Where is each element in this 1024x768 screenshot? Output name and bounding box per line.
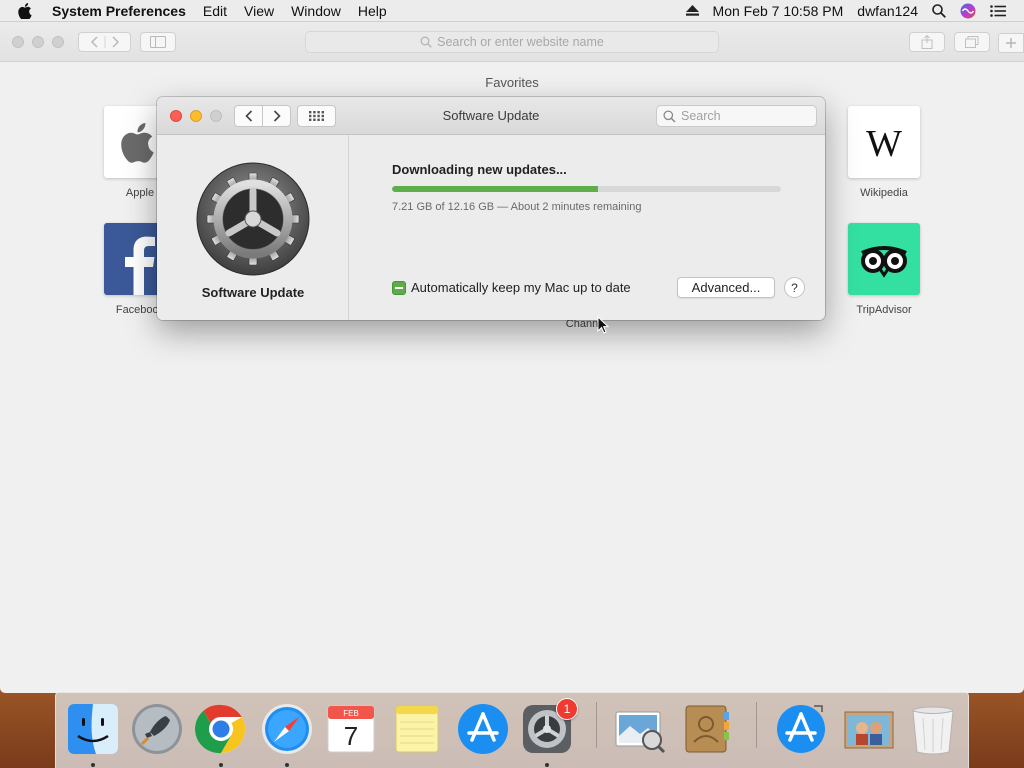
address-bar[interactable]: Search or enter website name: [305, 31, 719, 53]
system-preferences-badge: 1: [556, 698, 578, 720]
calendar-day: 7: [344, 721, 358, 751]
advanced-button[interactable]: Advanced...: [677, 277, 775, 298]
search-icon: [663, 109, 676, 123]
preferences-search-field[interactable]: Search: [656, 105, 817, 127]
safari-minimize-icon[interactable]: [32, 36, 44, 48]
auto-update-label[interactable]: Automatically keep my Mac up to date: [411, 280, 631, 295]
address-search-icon: [420, 36, 432, 48]
dock-launchpad-icon[interactable]: [130, 702, 184, 756]
menu-app-name[interactable]: System Preferences: [52, 3, 186, 19]
dock-contacts-icon[interactable]: [680, 702, 734, 756]
update-panel: Downloading new updates... 7.21 GB of 12…: [350, 135, 825, 320]
mouse-cursor-icon: [597, 315, 610, 337]
download-status: Downloading new updates...: [392, 162, 567, 177]
dock-notes-icon[interactable]: [390, 702, 444, 756]
download-progress-text: 7.21 GB of 12.16 GB — About 2 minutes re…: [392, 201, 642, 213]
safari-back-forward[interactable]: [78, 32, 131, 52]
spotlight-icon[interactable]: [932, 3, 946, 18]
dock-preview-icon[interactable]: [612, 702, 666, 756]
software-update-titlebar: Software Update Search: [157, 97, 825, 135]
software-update-window: Software Update Search Software Update D…: [157, 97, 825, 320]
download-progress-bar: [392, 186, 781, 192]
dock-chrome-running-dot: [219, 763, 223, 767]
pane-sidebar: Software Update: [157, 135, 349, 320]
address-placeholder: Search or enter website name: [437, 35, 604, 49]
notification-center-icon[interactable]: [990, 4, 1006, 17]
dock-photo-thumbnail-icon[interactable]: [842, 702, 896, 756]
apple-menu-icon[interactable]: [18, 2, 38, 19]
download-progress-fill: [392, 186, 599, 192]
favorite-wikipedia-label: Wikipedia: [860, 187, 908, 199]
auto-update-row: Automatically keep my Mac up to date: [392, 280, 631, 295]
menu-window[interactable]: Window: [291, 3, 341, 19]
dock-calendar-icon[interactable]: FEB 7: [324, 702, 378, 756]
sidebar-toggle-icon[interactable]: [140, 32, 176, 52]
calendar-month: FEB: [343, 709, 359, 718]
favorites-title: Favorites: [485, 75, 539, 90]
dock-system-preferences-running-dot: [545, 763, 549, 767]
new-tab-icon[interactable]: [998, 33, 1024, 53]
dock-separator: [596, 702, 597, 748]
dock-safari-running-dot: [285, 763, 289, 767]
wikipedia-icon: W: [866, 123, 902, 165]
tab-overview-icon[interactable]: [954, 32, 990, 52]
menu-edit[interactable]: Edit: [203, 3, 227, 19]
dock-finder-running-dot: [91, 763, 95, 767]
dock-safari-icon[interactable]: [260, 702, 314, 756]
siri-icon[interactable]: [960, 3, 976, 19]
svg-text:W: W: [866, 123, 902, 165]
menu-user[interactable]: dwfan124: [857, 3, 918, 19]
menu-bar: System Preferences Edit View Window Help…: [0, 0, 1024, 22]
tripadvisor-icon: [861, 246, 907, 278]
dock-app-store-download-icon[interactable]: [774, 702, 828, 756]
dock-app-store-icon[interactable]: [456, 702, 510, 756]
dock-trash-icon[interactable]: [906, 702, 960, 756]
search-placeholder: Search: [681, 109, 721, 123]
favorite-tripadvisor-label: TripAdvisor: [856, 304, 912, 316]
menu-view[interactable]: View: [244, 3, 274, 19]
dock: FEB 7 1: [55, 691, 969, 768]
eject-icon[interactable]: [685, 5, 699, 16]
software-update-gear-icon: [195, 161, 311, 277]
dock-separator-2: [756, 702, 757, 748]
favorite-wikipedia[interactable]: W: [848, 106, 920, 178]
dock-finder-icon[interactable]: [66, 702, 120, 756]
dock-chrome-icon[interactable]: [194, 702, 248, 756]
safari-close-icon[interactable]: [12, 36, 24, 48]
favorite-tripadvisor[interactable]: [848, 223, 920, 295]
auto-update-checkbox[interactable]: [392, 280, 406, 295]
share-icon[interactable]: [909, 32, 945, 52]
safari-toolbar: Search or enter website name: [0, 22, 1024, 62]
help-button[interactable]: ?: [784, 277, 805, 298]
menu-clock[interactable]: Mon Feb 7 10:58 PM: [713, 3, 844, 19]
menu-help[interactable]: Help: [358, 3, 387, 19]
safari-zoom-icon[interactable]: [52, 36, 64, 48]
pane-name: Software Update: [201, 285, 305, 300]
